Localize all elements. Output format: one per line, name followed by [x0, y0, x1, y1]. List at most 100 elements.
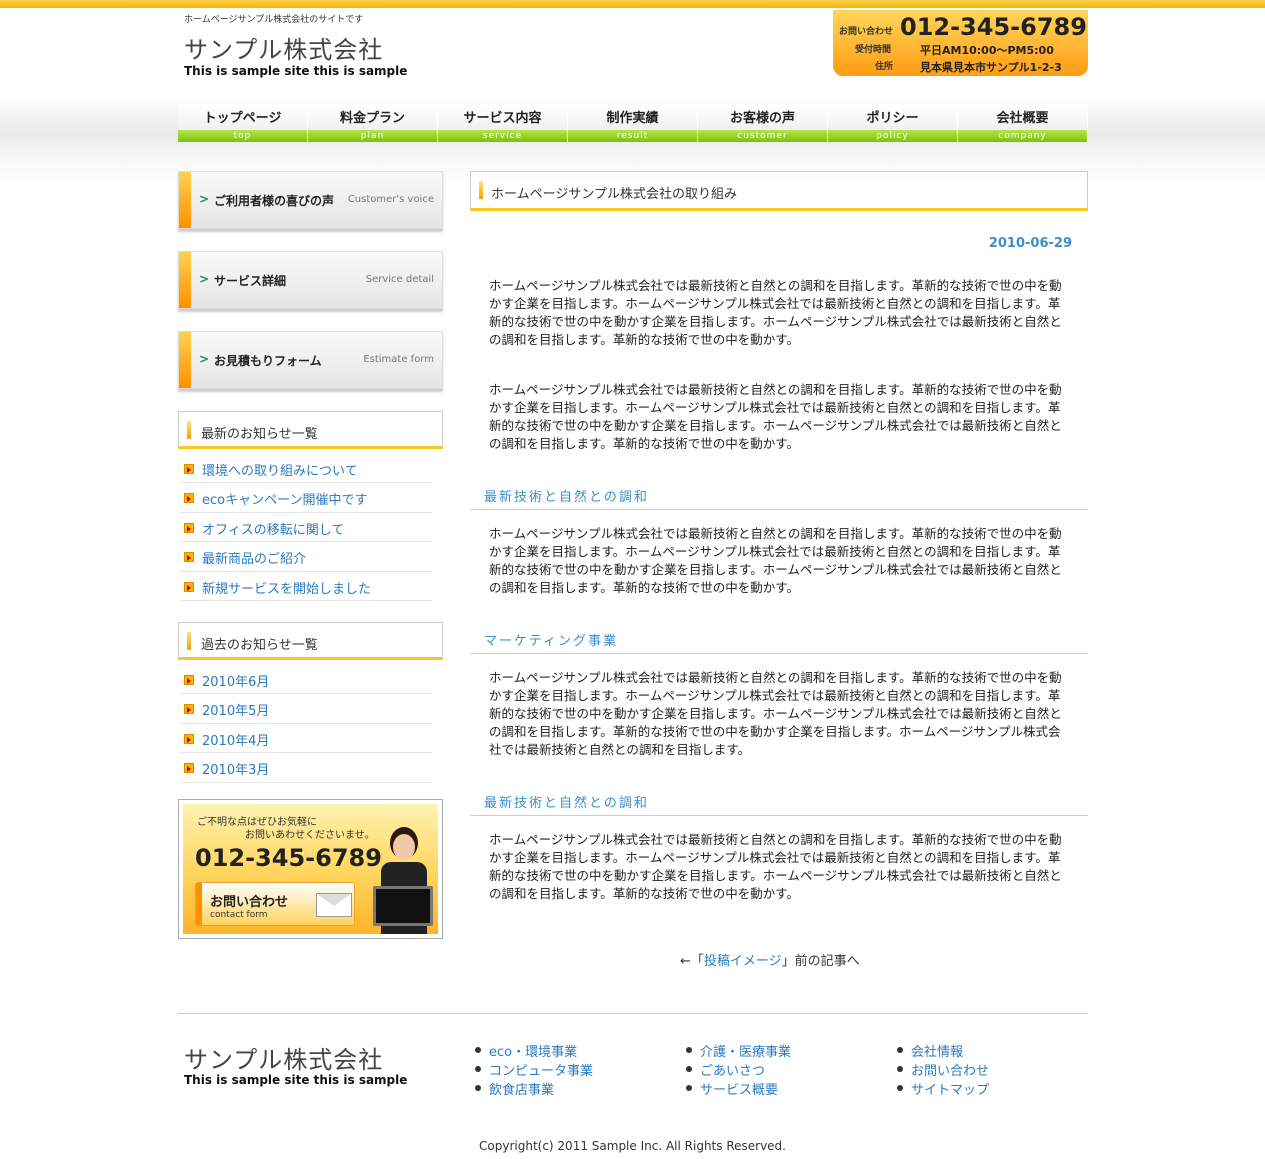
footer-link[interactable]: コンピュータ事業	[489, 1064, 593, 1079]
nav-sublabel: plan	[308, 130, 437, 142]
contact-form-button[interactable]: お問い合わせ contact form	[195, 882, 355, 926]
contact-label-address: 住所	[875, 62, 894, 72]
arrow-bullet-icon	[184, 763, 194, 774]
footer-logo[interactable]: サンプル株式会社	[184, 1040, 383, 1075]
article-title: ホームページサンプル株式会社の取り組み	[470, 171, 1088, 211]
nav-sublabel: policy	[828, 130, 957, 142]
banner-estimate-form[interactable]: > お見積もりフォーム Estimate form	[178, 331, 443, 389]
arrow-bullet-icon	[184, 552, 194, 563]
list-item: 2010年4月	[180, 724, 432, 754]
nav-sublabel: result	[568, 130, 697, 142]
news-link[interactable]: 最新商品のご紹介	[202, 548, 306, 567]
banner-sublabel: Estimate form	[363, 354, 434, 365]
archive-list: 2010年6月 2010年5月 2010年4月 2010年3月	[180, 665, 432, 783]
list-item: 2010年6月	[180, 665, 432, 695]
list-item: オフィスの移転に関して	[180, 513, 432, 543]
news-link[interactable]: 環境への取り組みについて	[202, 460, 358, 479]
nav-label: 制作実績	[606, 111, 659, 126]
list-item: ecoキャンペーン開催中です	[180, 483, 432, 513]
nav-item-top[interactable]: トップページ top	[178, 104, 308, 142]
list-item: お問い合わせ	[897, 1060, 989, 1079]
arrow-bullet-icon	[184, 733, 194, 744]
nav-item-policy[interactable]: ポリシー policy	[828, 104, 958, 142]
site-tagline: ホームページサンプル株式会社のサイトです	[184, 15, 364, 25]
previous-post-nav: ←「投稿イメージ」前の記事へ	[680, 954, 860, 969]
list-item: 飲食店事業	[475, 1079, 593, 1098]
top-accent-bar	[0, 0, 1265, 8]
banner-label: お見積もりフォーム	[214, 354, 322, 368]
arrow-bullet-icon	[184, 704, 194, 715]
news-link[interactable]: 新規サービスを開始しました	[202, 578, 371, 597]
news-link[interactable]: ecoキャンペーン開催中です	[202, 489, 367, 508]
footer-link[interactable]: 会社情報	[911, 1045, 963, 1060]
nav-item-service[interactable]: サービス内容 service	[438, 104, 568, 142]
arrow-bullet-icon	[184, 493, 194, 504]
list-item: 2010年5月	[180, 694, 432, 724]
banner-customer-voice[interactable]: > ご利用者様の喜びの声 Customer's voice	[178, 171, 443, 229]
nav-label: 会社概要	[996, 111, 1049, 126]
arrow-bullet-icon	[184, 464, 194, 474]
footer-link[interactable]: 介護・医療事業	[700, 1045, 791, 1060]
article-paragraph: ホームページサンプル株式会社では最新技術と自然との調和を目指します。革新的な技術…	[489, 382, 1062, 451]
sidebar-contact-banner[interactable]: ご不明な点はぜひお気軽に お問いあわせくださいませ。 012-345-6789 …	[178, 799, 443, 939]
header-phone-number: 012-345-6789	[900, 13, 1087, 41]
footer-logo-subtitle: This is sample site this is sample	[184, 1073, 408, 1087]
nav-item-result[interactable]: 制作実績 result	[568, 104, 698, 142]
contact-hours: 平日AM10:00〜PM5:00	[920, 44, 1054, 57]
archive-link[interactable]: 2010年5月	[202, 700, 269, 719]
nav-sublabel: customer	[698, 130, 827, 142]
list-item: コンピュータ事業	[475, 1060, 593, 1079]
banner-label: ご利用者様の喜びの声	[214, 194, 335, 208]
list-item: サイトマップ	[897, 1079, 989, 1098]
footer-links-3: 会社情報 お問い合わせ サイトマップ	[897, 1041, 989, 1098]
header-contact-box: お問い合わせ 012-345-6789 受付時間 平日AM10:00〜PM5:0…	[833, 10, 1088, 76]
site-logo-subtitle: This is sample site this is sample	[184, 64, 408, 78]
list-item: 会社情報	[897, 1041, 989, 1060]
section-heading: 最新技術と自然との調和	[470, 790, 1088, 816]
nav-item-plan[interactable]: 料金プラン plan	[308, 104, 438, 142]
banner-sublabel: Service detail	[365, 274, 434, 285]
archive-link[interactable]: 2010年6月	[202, 671, 269, 690]
site-logo[interactable]: サンプル株式会社	[184, 30, 383, 65]
copyright: Copyright(c) 2011 Sample Inc. All Rights…	[479, 1139, 786, 1153]
footer-divider	[178, 1013, 1088, 1014]
laptop-icon	[373, 886, 433, 926]
envelope-icon	[316, 893, 352, 917]
footer-link[interactable]: eco・環境事業	[489, 1045, 577, 1060]
nav-item-company[interactable]: 会社概要 company	[958, 104, 1088, 142]
footer-link[interactable]: サービス概要	[700, 1083, 778, 1098]
arrow-bullet-icon	[184, 522, 194, 533]
footer-links-1: eco・環境事業 コンピュータ事業 飲食店事業	[475, 1041, 593, 1098]
archive-link[interactable]: 2010年3月	[202, 759, 269, 778]
nav-sublabel: service	[438, 130, 567, 142]
banner-label: サービス詳細	[214, 274, 287, 288]
previous-post-link[interactable]: 投稿イメージ	[704, 954, 782, 969]
list-item: サービス概要	[686, 1079, 791, 1098]
article-paragraph: ホームページサンプル株式会社では最新技術と自然との調和を目指します。革新的な技術…	[489, 526, 1062, 595]
article-paragraph: ホームページサンプル株式会社では最新技術と自然との調和を目指します。革新的な技術…	[489, 832, 1062, 901]
footer-links-2: 介護・医療事業 ごあいさつ サービス概要	[686, 1041, 791, 1098]
list-item: 介護・医療事業	[686, 1041, 791, 1060]
footer-link[interactable]: ごあいさつ	[700, 1064, 765, 1079]
list-item: eco・環境事業	[475, 1041, 593, 1060]
footer-link[interactable]: お問い合わせ	[911, 1064, 989, 1079]
banner-service-detail[interactable]: > サービス詳細 Service detail	[178, 251, 443, 309]
archive-link[interactable]: 2010年4月	[202, 730, 269, 749]
list-item: ごあいさつ	[686, 1060, 791, 1079]
arrow-bullet-icon	[184, 675, 194, 685]
footer-link[interactable]: 飲食店事業	[489, 1083, 554, 1098]
list-item: 2010年3月	[180, 753, 432, 783]
section-heading: 最新技術と自然との調和	[470, 484, 1088, 510]
contact-message: ご不明な点はぜひお気軽に お問いあわせくださいませ。	[197, 817, 375, 841]
nav-sublabel: company	[958, 130, 1087, 142]
nav-label: 料金プラン	[339, 111, 405, 126]
section-heading: マーケティング事業	[470, 628, 1088, 654]
chevron-right-icon: >	[199, 272, 210, 286]
news-link[interactable]: オフィスの移転に関して	[202, 519, 344, 538]
list-item: 最新商品のご紹介	[180, 542, 432, 572]
contact-label-hours: 受付時間	[855, 45, 892, 55]
footer-link[interactable]: サイトマップ	[911, 1083, 989, 1098]
nav-item-customer[interactable]: お客様の声 customer	[698, 104, 828, 142]
arrow-bullet-icon	[184, 581, 194, 592]
nav-label: サービス内容	[463, 111, 542, 126]
